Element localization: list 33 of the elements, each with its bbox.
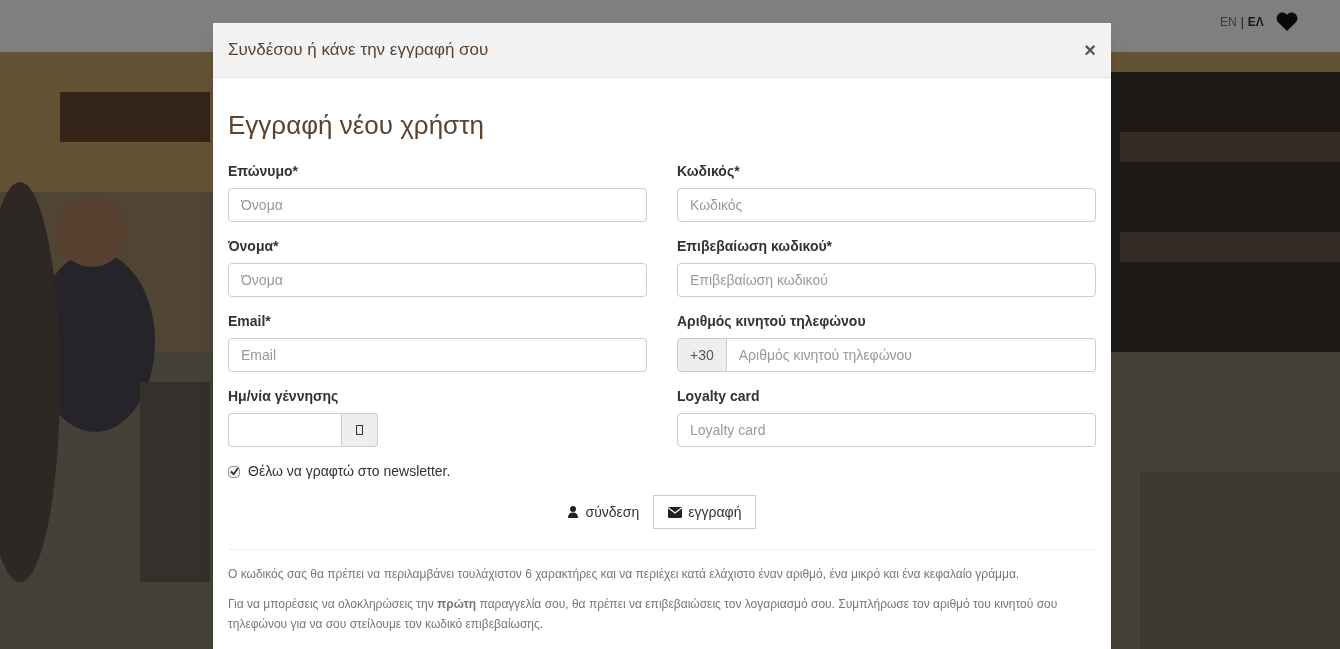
text-input[interactable]: Επιβεβαίωση κωδικού	[677, 263, 1096, 297]
field-label: Επώνυμο*	[228, 162, 299, 181]
dialog-title: Συνδέσου ή κάνε την εγγραφή σου	[228, 39, 489, 62]
country-code: +30	[677, 338, 727, 372]
newsletter-checkbox[interactable]	[228, 465, 240, 478]
checkbox-label: Θέλω να γραφτώ στο newsletter.	[248, 462, 451, 481]
text-input[interactable]: Loyalty card	[677, 413, 1096, 447]
text-input[interactable]: Όνομα	[228, 263, 647, 297]
info-note: Για να μπορέσεις να ολοκληρώσεις την πρώτη παραγγελία σου, θα πρέπει να επιβεβαιώσεις τον λογαριασμό σου. Συμπλήρωσε τον αριθμό του κινητού σου τηλεφώνου για να σου στείλουμε τον κωδικό επιβεβαίωσης.	[228, 596, 1059, 633]
field-label: Email*	[228, 312, 272, 331]
field-label: Ημ/νία γέννησης	[228, 387, 340, 406]
text-input[interactable]: Email	[228, 338, 647, 372]
field-label: Loyalty card	[677, 387, 761, 406]
rectangle-icon	[356, 425, 363, 435]
register-button[interactable]: εγγραφή	[653, 495, 757, 529]
info-note: Ο κωδικός σας θα πρέπει να περιλαμβάνει τουλάχιστον 6 χαρακτήρες και να περιέχει κατά ελάχιστο έναν αριθμό, ένα μικρό και ένα κεφαλαίο γράμμα.	[228, 566, 1021, 583]
phone-input[interactable]: Αριθμός κινητού τηλεφώνου	[726, 338, 1096, 372]
text-input[interactable]: Όνομα	[228, 188, 647, 222]
login-link[interactable]: σύνδεση	[567, 501, 640, 523]
close-button[interactable]: ×	[1084, 40, 1096, 60]
date-input[interactable]	[228, 413, 342, 447]
user-icon	[567, 506, 578, 518]
heart-icon[interactable]	[1275, 12, 1298, 32]
calendar-button[interactable]	[342, 413, 378, 447]
field-label: Όνομα*	[228, 237, 280, 256]
envelope-icon	[668, 506, 683, 518]
form-heading: Εγγραφή νέου χρήστη	[228, 109, 485, 142]
field-label: Αριθμός κινητού τηλεφώνου	[677, 312, 867, 331]
field-label: Κωδικός*	[677, 162, 741, 181]
language-link[interactable]: ΕΛ	[1247, 13, 1264, 31]
separator: |	[1240, 14, 1244, 31]
field-label: Επιβεβαίωση κωδικού*	[677, 237, 834, 256]
text-input[interactable]: Κωδικός	[677, 188, 1096, 222]
